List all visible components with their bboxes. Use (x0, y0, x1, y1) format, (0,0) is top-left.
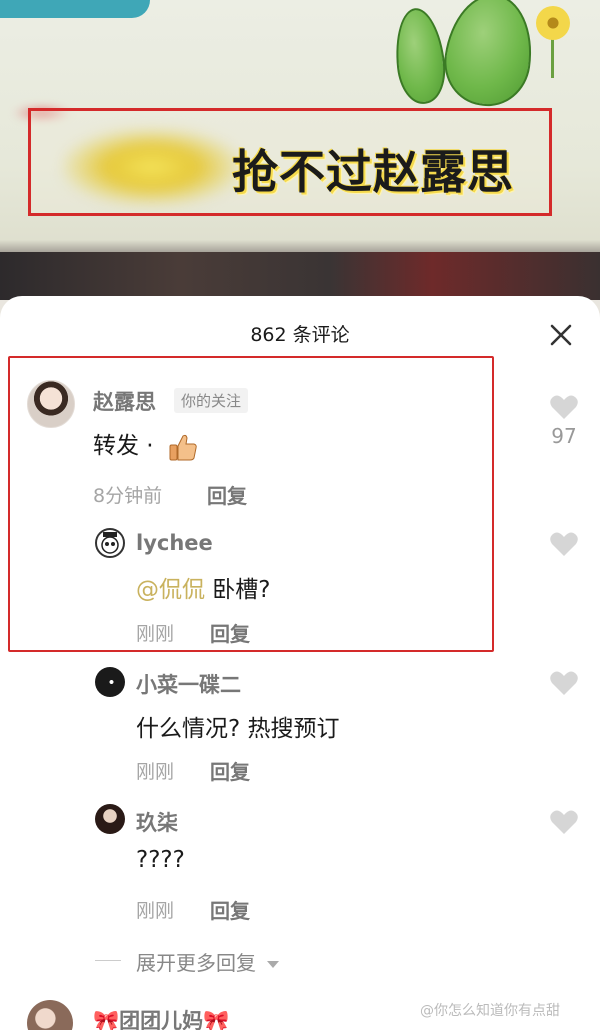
thumbs-up-icon (169, 434, 197, 460)
avatar[interactable] (95, 528, 125, 558)
bow-icon: 🎀 (93, 1009, 120, 1030)
avatar[interactable] (95, 667, 125, 697)
avatar[interactable] (27, 380, 75, 428)
bow-icon: 🎀 (203, 1009, 230, 1030)
heart-icon[interactable] (549, 669, 579, 697)
heart-icon[interactable] (549, 393, 579, 421)
reply-author[interactable]: 玖柒 (136, 807, 178, 837)
video-decoration (0, 0, 150, 18)
comment-author[interactable]: 赵露思 (93, 386, 156, 416)
following-badge: 你的关注 (174, 388, 249, 413)
reply-content: 什么情况? 热搜预订 (136, 716, 340, 742)
video-lower-strip (0, 252, 600, 300)
comment-content: 转发 · (93, 426, 199, 463)
chevron-down-icon (267, 960, 280, 968)
cucumber-cartoon (391, 5, 449, 107)
reply-time: 刚刚 (136, 623, 175, 645)
reply-author[interactable]: lychee (136, 531, 213, 555)
close-icon[interactable] (546, 320, 576, 350)
reply-content: @侃侃 卧槽? (136, 570, 271, 604)
expand-divider (95, 960, 121, 961)
heart-icon[interactable] (549, 808, 579, 836)
reply-content: ???? (136, 847, 185, 873)
expand-label: 展开更多回复 (136, 951, 256, 975)
reply-button[interactable]: 回复 (210, 756, 250, 785)
reply-button[interactable]: 回复 (210, 618, 250, 647)
heart-icon[interactable] (549, 530, 579, 558)
mention-link[interactable]: @侃侃 (136, 577, 205, 603)
flower-stem (551, 38, 554, 78)
reply-text: 卧槽? (205, 577, 271, 603)
reply-time: 刚刚 (136, 900, 175, 922)
comment-time: 8分钟前 (93, 485, 163, 507)
comment-author-name: 团团儿妈 (119, 1009, 204, 1030)
avatar[interactable] (95, 804, 125, 834)
reply-button[interactable]: 回复 (207, 480, 247, 509)
expand-more-replies[interactable]: 展开更多回复 (136, 947, 280, 976)
reply-button[interactable]: 回复 (210, 895, 250, 924)
flower-icon (536, 6, 570, 40)
cucumber-cartoon (438, 0, 540, 112)
watermark: @你怎么知道你有点甜 (420, 1003, 560, 1019)
comment-count-title: 862 条评论 (250, 324, 350, 346)
comment-author[interactable]: 🎀团团儿妈🎀 (93, 1005, 229, 1030)
comment-text: 转发 · (93, 433, 154, 459)
comment-highlight-box (8, 356, 494, 652)
reply-author[interactable]: 小菜一碟二 (136, 669, 241, 699)
panda-icon (101, 532, 119, 554)
blurred-text (62, 128, 242, 206)
reply-time: 刚刚 (136, 761, 175, 783)
video-headline: 抢不过赵露思 (232, 145, 514, 199)
like-count: 97 (551, 424, 577, 448)
